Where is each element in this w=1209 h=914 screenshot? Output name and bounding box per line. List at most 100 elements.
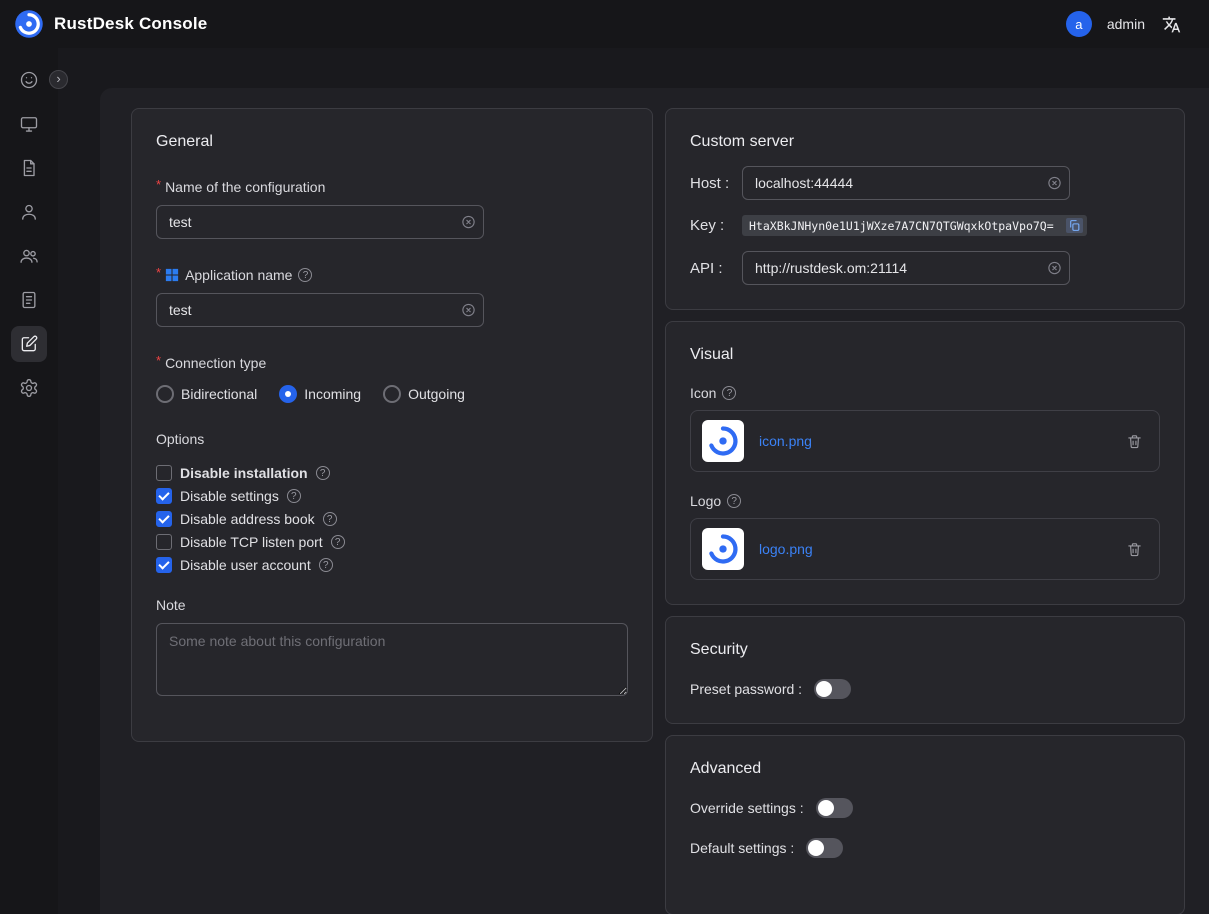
copy-key-icon[interactable]	[1066, 218, 1083, 233]
icon-label: Icon	[690, 385, 1160, 401]
preset-password-label: Preset password :	[690, 681, 802, 697]
host-input[interactable]	[742, 166, 1070, 200]
user-avatar[interactable]: a	[1066, 11, 1092, 37]
app-title: RustDesk Console	[54, 14, 207, 34]
default-settings-label: Default settings :	[690, 840, 794, 856]
sidebar-item-documents[interactable]	[11, 150, 47, 186]
sidebar-item-overview[interactable]	[11, 62, 47, 98]
default-settings-row: Default settings :	[690, 838, 1160, 858]
clear-host-icon[interactable]	[1047, 176, 1062, 191]
default-settings-toggle[interactable]	[806, 838, 843, 858]
visual-card: Visual Icon icon.png	[665, 321, 1185, 605]
devices-icon	[19, 114, 39, 134]
checkbox-icon[interactable]	[156, 465, 172, 481]
radio-bidirectional[interactable]: Bidirectional	[156, 385, 257, 403]
checkbox-disable-settings[interactable]: Disable settings	[156, 488, 628, 504]
radio-incoming[interactable]: Incoming	[279, 385, 361, 403]
document-icon	[19, 158, 39, 178]
sidebar-item-logs[interactable]	[11, 282, 47, 318]
disable-address-book-help-icon[interactable]	[323, 512, 337, 526]
rustdesk-console-app: RustDesk Console a admin	[0, 0, 1209, 914]
preset-password-row: Preset password :	[690, 679, 1160, 699]
general-card: General Name of the configuration	[131, 108, 653, 742]
security-card: Security Preset password :	[665, 616, 1185, 724]
radio-icon[interactable]	[383, 385, 401, 403]
sidebar-expand-button[interactable]	[49, 70, 68, 89]
options-label: Options	[156, 431, 628, 447]
clear-api-icon[interactable]	[1047, 261, 1062, 276]
sidebar-item-custom-client[interactable]	[11, 326, 47, 362]
preset-password-toggle[interactable]	[814, 679, 851, 699]
sidebar-item-groups[interactable]	[11, 238, 47, 274]
server-key-value: HtaXBkJNHyn0e1U1jWXze7A7CN7QTGWqxkOtpaVp…	[749, 219, 1062, 233]
connection-type-label: Connection type	[156, 355, 628, 371]
api-label: API :	[690, 260, 742, 277]
host-row: Host :	[690, 166, 1160, 200]
icon-help-icon[interactable]	[722, 386, 736, 400]
custom-server-title: Custom server	[690, 133, 1160, 151]
disable-settings-help-icon[interactable]	[287, 489, 301, 503]
logs-icon	[19, 290, 39, 310]
sidebar-item-devices[interactable]	[11, 106, 47, 142]
application-name-help-icon[interactable]	[298, 268, 312, 282]
brand: RustDesk Console	[14, 9, 207, 39]
note-textarea[interactable]	[156, 623, 628, 696]
username[interactable]: admin	[1107, 16, 1145, 32]
windows-icon	[165, 268, 179, 282]
sidebar-item-user[interactable]	[11, 194, 47, 230]
app-header: RustDesk Console a admin	[0, 0, 1209, 48]
checkbox-disable-installation[interactable]: Disable installation	[156, 465, 628, 481]
checkbox-icon[interactable]	[156, 534, 172, 550]
checkbox-disable-address-book[interactable]: Disable address book	[156, 511, 628, 527]
required-asterisk	[156, 177, 161, 192]
api-row: API :	[690, 251, 1160, 285]
config-name-input[interactable]	[156, 205, 484, 239]
general-card-title: General	[156, 133, 628, 151]
disable-user-account-help-icon[interactable]	[319, 558, 333, 572]
logo-help-icon[interactable]	[727, 494, 741, 508]
host-label: Host :	[690, 175, 742, 192]
application-name-input[interactable]	[156, 293, 484, 327]
override-settings-toggle[interactable]	[816, 798, 853, 818]
language-translate-icon[interactable]	[1160, 13, 1183, 36]
visual-title: Visual	[690, 346, 1160, 364]
required-asterisk	[156, 265, 161, 280]
clear-config-name-icon[interactable]	[461, 215, 476, 230]
clear-application-name-icon[interactable]	[461, 303, 476, 318]
delete-icon-trash-icon[interactable]	[1126, 433, 1143, 450]
user-icon	[19, 202, 39, 222]
api-input[interactable]	[742, 251, 1070, 285]
required-asterisk	[156, 353, 161, 368]
smiley-icon	[19, 70, 39, 90]
icon-file-link[interactable]: icon.png	[759, 433, 1111, 449]
advanced-card: Advanced Override settings : Default set…	[665, 735, 1185, 914]
right-column: Custom server Host :	[665, 108, 1185, 914]
key-row: Key : HtaXBkJNHyn0e1U1jWXze7A7CN7QTGWqxk…	[690, 215, 1160, 236]
options-checkbox-list: Disable installation Disable settings Di…	[156, 465, 628, 573]
logo-file-link[interactable]: logo.png	[759, 541, 1111, 557]
disable-tcp-listen-port-help-icon[interactable]	[331, 535, 345, 549]
icon-file-box: icon.png	[690, 410, 1160, 472]
application-name-label: Application name	[156, 267, 628, 283]
advanced-title: Advanced	[690, 760, 1160, 778]
custom-server-card: Custom server Host :	[665, 108, 1185, 310]
key-label: Key :	[690, 217, 742, 234]
logo-file-box: logo.png	[690, 518, 1160, 580]
disable-installation-help-icon[interactable]	[316, 466, 330, 480]
note-label: Note	[156, 597, 628, 613]
checkbox-icon[interactable]	[156, 557, 172, 573]
radio-icon[interactable]	[279, 385, 297, 403]
users-icon	[19, 246, 39, 266]
radio-icon[interactable]	[156, 385, 174, 403]
delete-logo-trash-icon[interactable]	[1126, 541, 1143, 558]
radio-outgoing[interactable]: Outgoing	[383, 385, 465, 403]
checkbox-icon[interactable]	[156, 488, 172, 504]
rustdesk-logo-icon	[14, 9, 44, 39]
sidebar-item-settings[interactable]	[11, 370, 47, 406]
content-panel: General Name of the configuration	[100, 88, 1209, 914]
settings-gear-icon	[19, 378, 39, 398]
checkbox-disable-tcp-listen-port[interactable]: Disable TCP listen port	[156, 534, 628, 550]
override-settings-row: Override settings :	[690, 798, 1160, 818]
checkbox-icon[interactable]	[156, 511, 172, 527]
checkbox-disable-user-account[interactable]: Disable user account	[156, 557, 628, 573]
